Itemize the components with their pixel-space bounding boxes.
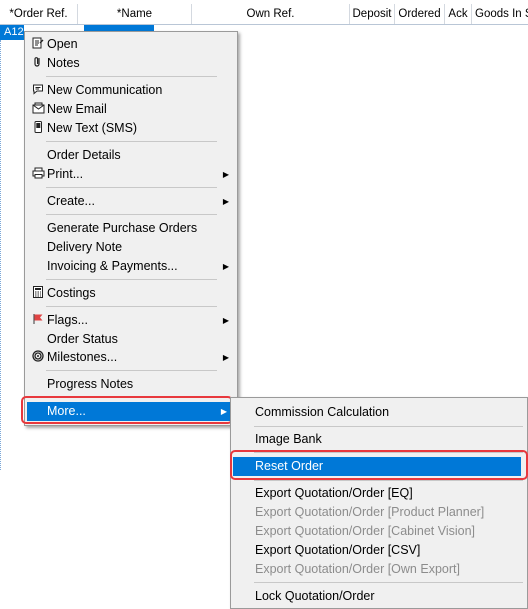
flag-icon [31, 313, 45, 327]
menu-item-export-product-planner: Export Quotation/Order [Product Planner] [233, 503, 525, 522]
target-icon [31, 350, 45, 364]
column-header-ack[interactable]: Ack [445, 4, 472, 24]
menu-item-label: Export Quotation/Order [EQ] [255, 486, 413, 500]
column-header-name[interactable]: *Name [78, 4, 192, 24]
menu-item-label: Order Details [47, 148, 121, 162]
menu-item-label: New Communication [47, 83, 163, 97]
menu-item-export-csv[interactable]: Export Quotation/Order [CSV] [233, 541, 525, 560]
menu-item-label: Generate Purchase Orders [47, 221, 198, 235]
chevron-right-icon: ▶ [222, 262, 229, 271]
menu-separator [254, 426, 523, 427]
menu-item-milestones[interactable]: Milestones... ▶ [27, 348, 235, 367]
menu-item-create[interactable]: Create... ▶ [27, 192, 235, 211]
menu-separator [254, 480, 523, 481]
menu-item-new-text[interactable]: New Text (SMS) [27, 119, 235, 138]
menu-item-label: New Email [47, 102, 107, 116]
menu-item-costings[interactable]: Costings [27, 284, 235, 303]
grid-header: *Order Ref. *Name Own Ref. Deposit Order… [0, 4, 528, 25]
chevron-right-icon: ▶ [222, 316, 229, 325]
menu-item-generate-purchase-orders[interactable]: Generate Purchase Orders [27, 219, 235, 238]
menu-item-label: Export Quotation/Order [Cabinet Vision] [255, 524, 476, 538]
menu-separator [254, 582, 523, 583]
menu-item-label: Order Status [47, 332, 118, 346]
menu-item-open[interactable]: Open [27, 35, 235, 54]
chat-icon [31, 83, 45, 97]
menu-item-label: Delivery Note [47, 240, 123, 254]
menu-item-label: Commission Calculation [255, 405, 390, 419]
printer-icon [31, 167, 45, 181]
phone-icon [31, 121, 45, 135]
calculator-icon [31, 286, 45, 300]
column-header-own-ref[interactable]: Own Ref. [192, 4, 350, 24]
submenu-more: Commission Calculation Image Bank Reset … [230, 397, 528, 609]
menu-item-label: Flags... [47, 313, 88, 327]
menu-item-label: Create... [47, 194, 95, 208]
menu-item-label: Export Quotation/Order [CSV] [255, 543, 421, 557]
annotation-highlight-more [21, 396, 233, 424]
menu-item-print[interactable]: Print... ▶ [27, 165, 235, 184]
column-header-deposit[interactable]: Deposit [350, 4, 395, 24]
column-header-order-ref[interactable]: *Order Ref. [0, 4, 78, 24]
menu-item-label: Costings [47, 286, 96, 300]
menu-item-label: Export Quotation/Order [Own Export] [255, 562, 460, 576]
menu-separator [46, 187, 217, 188]
chevron-right-icon: ▶ [222, 197, 229, 206]
menu-item-label: Milestones... [47, 350, 118, 364]
menu-item-flags[interactable]: Flags... ▶ [27, 311, 235, 330]
menu-item-invoicing[interactable]: Invoicing & Payments... ▶ [27, 257, 235, 276]
menu-item-image-bank[interactable]: Image Bank [233, 430, 525, 449]
context-menu: Open Notes New Communication New Email N… [24, 31, 238, 426]
menu-item-label: Export Quotation/Order [Product Planner] [255, 505, 485, 519]
annotation-highlight-reset-order [230, 450, 528, 480]
table-row-selected[interactable]: A12 [0, 25, 24, 40]
paperclip-icon [31, 56, 45, 70]
menu-item-export-eq[interactable]: Export Quotation/Order [EQ] [233, 484, 525, 503]
menu-item-label: Open [47, 37, 78, 51]
menu-separator [46, 306, 217, 307]
menu-item-new-communication[interactable]: New Communication [27, 81, 235, 100]
menu-item-notes[interactable]: Notes [27, 54, 235, 73]
column-header-goods-in[interactable]: Goods In S [472, 4, 528, 24]
menu-separator [46, 214, 217, 215]
menu-item-label: Image Bank [255, 432, 322, 446]
menu-separator [46, 370, 217, 371]
menu-item-label: Lock Quotation/Order [255, 589, 375, 603]
menu-separator [46, 76, 217, 77]
menu-item-delivery-note[interactable]: Delivery Note [27, 238, 235, 257]
menu-item-order-details[interactable]: Order Details [27, 146, 235, 165]
menu-item-order-status[interactable]: Order Status [27, 330, 235, 349]
open-icon [31, 37, 45, 51]
envelope-icon [31, 102, 45, 116]
menu-item-label: Progress Notes [47, 377, 134, 391]
menu-item-label: Invoicing & Payments... [47, 259, 178, 273]
menu-item-new-email[interactable]: New Email [27, 100, 235, 119]
menu-item-export-own-export: Export Quotation/Order [Own Export] [233, 560, 525, 579]
menu-item-label: New Text (SMS) [47, 121, 138, 135]
order-ref-cell: A12 [4, 26, 24, 38]
menu-item-commission-calculation[interactable]: Commission Calculation [233, 403, 525, 422]
chevron-right-icon: ▶ [222, 170, 229, 179]
menu-separator [46, 141, 217, 142]
menu-item-progress-notes[interactable]: Progress Notes [27, 375, 235, 394]
menu-item-label: Print... [47, 167, 84, 181]
menu-item-lock-quotation[interactable]: Lock Quotation/Order [233, 587, 525, 606]
column-header-ordered[interactable]: Ordered [395, 4, 445, 24]
menu-separator [46, 279, 217, 280]
menu-item-label: Notes [47, 56, 80, 70]
chevron-right-icon: ▶ [222, 353, 229, 362]
grid-left-border [0, 40, 4, 470]
menu-item-export-cabinet-vision: Export Quotation/Order [Cabinet Vision] [233, 522, 525, 541]
